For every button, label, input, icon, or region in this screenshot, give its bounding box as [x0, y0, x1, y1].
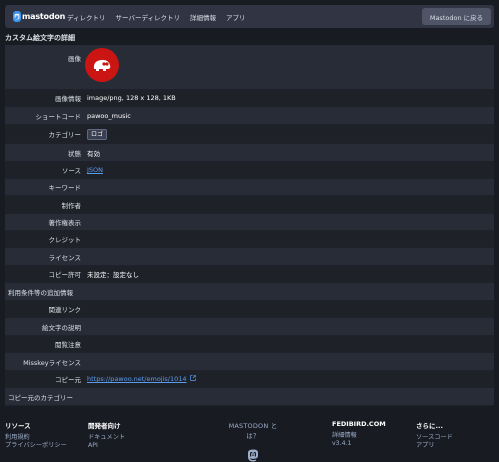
- table-row-category: カテゴリー ロゴ: [5, 125, 494, 144]
- emoji-image: [85, 48, 119, 82]
- row-label: 画像: [68, 55, 81, 63]
- back-to-mastodon-button[interactable]: Mastodon に戻る: [422, 8, 491, 25]
- page-title: カスタム絵文字の詳細: [5, 34, 75, 42]
- table-row-sensitive: 閲覧注意: [5, 336, 494, 353]
- row-value: JSON: [81, 162, 103, 178]
- category-tag[interactable]: ロゴ: [87, 128, 108, 140]
- nav-directory[interactable]: ディレクトリ: [67, 12, 106, 22]
- table-row-copy-source-category: コピー元のカテゴリー: [5, 388, 494, 406]
- nav-about[interactable]: 詳細情報: [190, 12, 216, 22]
- emoji-detail-table: 画像 画像情報 image/png, 128 x 128, 1KB ショートコー…: [5, 45, 494, 406]
- row-label: 利用条件等の追加情報: [8, 288, 73, 297]
- footer-heading: FEDIBIRD.COM: [332, 420, 386, 428]
- row-value: [81, 45, 119, 89]
- table-row-keyword: キーワード: [5, 179, 494, 196]
- footer-heading: さらに...: [416, 422, 443, 430]
- source-code-link[interactable]: ソースコード: [416, 434, 453, 442]
- table-row-source: ソース JSON: [5, 162, 494, 179]
- row-label: カテゴリー: [48, 131, 82, 139]
- table-row-misskey-license: Misskeyライセンス: [5, 353, 494, 371]
- table-row-license: ライセンス: [5, 248, 494, 266]
- row-value: ロゴ: [81, 125, 108, 143]
- row-label: 制作者: [61, 201, 82, 210]
- mastodon-logo-icon: [13, 11, 21, 22]
- table-row-description: 絵文字の説明: [5, 318, 494, 336]
- row-label: コピー元: [55, 376, 81, 384]
- footer-heading: リソース: [5, 422, 31, 430]
- brand-name: mastodon: [22, 12, 66, 21]
- source-json-link[interactable]: JSON: [87, 166, 103, 174]
- table-row-related-link: 関連リンク: [5, 301, 494, 318]
- table-row-status: 状態 有効: [5, 144, 494, 162]
- table-row-author: 制作者: [5, 196, 494, 214]
- row-label: 閲覧注意: [55, 341, 81, 349]
- row-value: pawoo_music: [87, 111, 131, 120]
- mastodon-icon[interactable]: [246, 448, 260, 462]
- nav-apps[interactable]: アプリ: [226, 12, 246, 22]
- table-row-image: 画像: [5, 45, 494, 90]
- row-label: Misskeyライセンス: [23, 358, 81, 367]
- api-link[interactable]: API: [88, 442, 125, 450]
- row-label: ライセンス: [48, 253, 81, 262]
- footer-heading: 開発者向け: [88, 422, 121, 430]
- row-value: image/png, 128 x 128, 1KB: [87, 94, 176, 102]
- copy-source-link[interactable]: https://pawoo.net/emojis/1014: [87, 375, 187, 383]
- terms-link[interactable]: 利用規約: [5, 434, 67, 442]
- brand-link[interactable]: mastodon: [13, 11, 65, 22]
- row-value: https://pawoo.net/emojis/1014: [81, 371, 196, 387]
- table-row-image-info: 画像情報 image/png, 128 x 128, 1KB: [5, 90, 494, 107]
- row-label: 絵文字の説明: [42, 323, 81, 332]
- version-text: v3.4.1: [332, 440, 352, 447]
- table-row-copy-permission: コピー許可 未設定：設定なし: [5, 266, 494, 283]
- table-row-credit: クレジット: [5, 231, 494, 248]
- footer-developers: 開発者向け ドキュメント API: [88, 420, 125, 450]
- table-row-copy-source: コピー元 https://pawoo.net/emojis/1014: [5, 371, 494, 388]
- footer-heading[interactable]: MASTODON とは？: [223, 420, 283, 440]
- apps-link[interactable]: アプリ: [416, 442, 453, 450]
- footer-server: FEDIBIRD.COM 詳細情報 v3.4.1: [332, 420, 386, 448]
- documentation-link[interactable]: ドキュメント: [88, 434, 125, 442]
- row-label: 画像情報: [55, 95, 81, 103]
- top-navbar: mastodon ディレクトリ サーバーディレクトリ 詳細情報 アプリ Mast…: [5, 5, 494, 28]
- row-label: 状態: [68, 149, 81, 158]
- footer-more: さらに... ソースコード アプリ: [416, 420, 453, 450]
- row-value: 未設定：設定なし: [87, 271, 139, 279]
- row-label: クレジット: [48, 236, 82, 244]
- row-label: ショートコード: [35, 112, 82, 121]
- row-label: 関連リンク: [48, 306, 82, 314]
- external-link-icon: [189, 375, 196, 383]
- footer-about: MASTODON とは？: [223, 420, 283, 462]
- row-label: ソース: [61, 167, 81, 175]
- table-row-shortcode: ショートコード pawoo_music: [5, 107, 494, 125]
- privacy-policy-link[interactable]: プライバシーポリシー: [5, 442, 67, 450]
- table-row-copyright: 著作権表示: [5, 214, 494, 231]
- row-value: 有効: [87, 149, 100, 158]
- row-label: コピー許可: [48, 271, 82, 279]
- row-label: 著作権表示: [48, 219, 82, 227]
- server-about-link[interactable]: 詳細情報: [332, 432, 386, 440]
- row-label: キーワード: [48, 184, 82, 192]
- footer: リソース 利用規約 プライバシーポリシー 開発者向け ドキュメント API MA…: [5, 420, 494, 462]
- row-label: コピー元のカテゴリー: [8, 393, 73, 402]
- table-row-usage-info: 利用条件等の追加情報: [5, 283, 494, 301]
- nav-server-directory[interactable]: サーバーディレクトリ: [116, 12, 180, 22]
- footer-resources: リソース 利用規約 プライバシーポリシー: [5, 420, 67, 450]
